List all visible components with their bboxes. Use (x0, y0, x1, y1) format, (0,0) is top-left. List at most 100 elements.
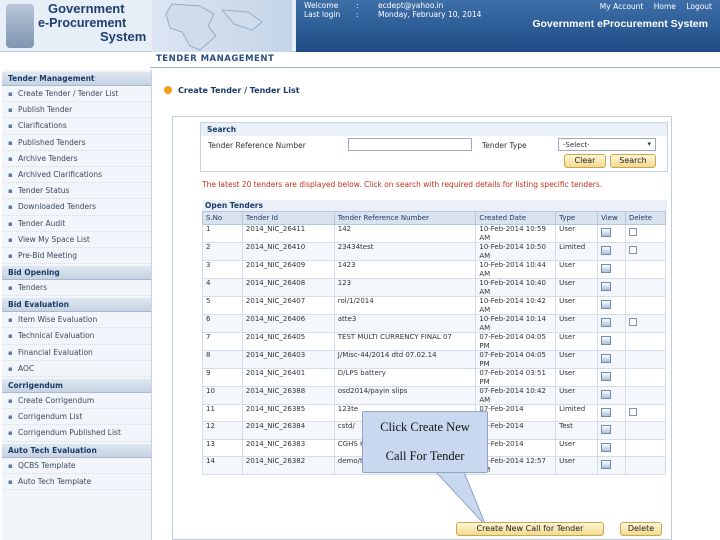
table-row: 6 2014_NIC_26406 atte3 10-Feb-2014 10:14 AM… (202, 314, 666, 333)
sidebar-item-clarifications[interactable]: Clarifications (2, 118, 151, 135)
tender-type-label: Tender Type (482, 141, 527, 150)
view-icon[interactable] (601, 390, 612, 399)
cell-view (597, 368, 627, 387)
view-icon[interactable] (601, 264, 612, 273)
col-created-date: Created Date (475, 211, 557, 225)
search-button[interactable]: Search (610, 154, 656, 168)
view-icon[interactable] (601, 354, 612, 363)
view-icon[interactable] (601, 336, 612, 345)
sidebar-item-pre-bid-meeting[interactable]: Pre-Bid Meeting (2, 248, 151, 265)
user-info-panel: Welcome : ecdept@yahoo.in Last login : M… (296, 0, 720, 52)
logout-link[interactable]: Logout (686, 2, 712, 11)
delete-checkbox[interactable] (629, 408, 638, 416)
bullet-icon (164, 86, 172, 94)
view-icon[interactable] (601, 408, 612, 417)
view-icon[interactable] (601, 372, 612, 381)
cell-tender-id: 2014_NIC_26406 (241, 314, 335, 333)
sidebar-group-auto-tech-evaluation: Auto Tech Evaluation (2, 443, 151, 458)
sidebar-item-corrigendum-published-list[interactable]: Corrigendum Published List (2, 425, 151, 442)
listing-notice: The latest 20 tenders are displayed belo… (202, 180, 603, 189)
view-icon[interactable] (601, 228, 612, 237)
cell-view (597, 421, 627, 440)
view-icon[interactable] (601, 246, 612, 255)
table-row: 8 2014_NIC_26403 J/Misc-44/2014 dtd 07.02.… (202, 350, 666, 369)
table-row: 2 2014_NIC_26410 23434test 10-Feb-2014 10:5… (202, 242, 666, 261)
sidebar-item-financial-evaluation[interactable]: Financial Evaluation (2, 345, 151, 361)
cell-ref-no: 1423 (333, 260, 477, 279)
sidebar-item-published-tenders[interactable]: Published Tenders (2, 135, 151, 151)
sidebar-item-create-corrigendum[interactable]: Create Corrigendum (2, 393, 151, 410)
view-icon[interactable] (601, 442, 612, 452)
cell-view (597, 296, 627, 315)
cell-sno: 11 (202, 403, 243, 423)
logo-line-3: System (100, 29, 147, 44)
india-map-banner (152, 0, 292, 52)
view-icon[interactable] (601, 425, 612, 435)
last-login-value: Monday, February 10, 2014 (378, 10, 482, 19)
cell-view (597, 456, 627, 476)
cell-sno: 14 (202, 456, 243, 476)
open-tenders-title: Open Tenders (203, 200, 667, 211)
national-emblem-icon (6, 4, 34, 48)
delete-button[interactable]: Delete (620, 522, 662, 536)
cell-tender-id: 2014_NIC_26408 (241, 278, 335, 297)
delete-checkbox[interactable] (629, 318, 638, 326)
sidebar-item-my-space-list[interactable]: View My Space List (2, 232, 151, 248)
sidebar-item-tender-audit[interactable]: Tender Audit (2, 216, 151, 232)
sidebar-item-archived-clarifications[interactable]: Archived Clarifications (2, 167, 151, 184)
logo-text: Government e-Procurement System (38, 2, 146, 44)
cell-ref-no: rol/1/2014 (333, 296, 477, 315)
site-logo[interactable]: Government e-Procurement System (2, 2, 152, 50)
sidebar-item-publish-tender[interactable]: Publish Tender (2, 102, 151, 119)
cell-type: User (555, 386, 599, 405)
sidebar-item-qcbs-template[interactable]: QCBS Template (2, 458, 151, 474)
sidebar-item-auto-tech-template[interactable]: Auto Tech Template (2, 474, 151, 490)
sidebar-item-tender-status[interactable]: Tender Status (2, 183, 151, 200)
table-row: 3 2014_NIC_26409 1423 10-Feb-2014 10:44 AM U… (202, 260, 666, 279)
search-panel-title: Search (201, 123, 667, 136)
view-icon[interactable] (601, 282, 612, 291)
sidebar-item-tenders[interactable]: Tenders (2, 280, 151, 297)
view-icon[interactable] (601, 300, 612, 309)
sidebar-group-bid-evaluation: Bid Evaluation (2, 298, 151, 313)
sidebar-item-corrigendum-list[interactable]: Corrigendum List (2, 409, 151, 426)
cell-ref-no: osd2014/payin slips (333, 386, 477, 405)
cell-delete (625, 296, 666, 315)
sidebar-item-item-wise-evaluation[interactable]: Item Wise Evaluation (2, 312, 151, 329)
sidebar-item-downloaded-tenders[interactable]: Downloaded Tenders (2, 199, 151, 216)
table-row: 7 2014_NIC_26405 TEST MULTI CURRENCY FINAL… (202, 332, 666, 351)
cell-delete (625, 421, 666, 440)
cell-type: User (555, 456, 599, 476)
tender-ref-input[interactable] (348, 138, 472, 151)
cell-type: User (555, 350, 599, 369)
clear-button[interactable]: Clear (564, 154, 606, 168)
home-link[interactable]: Home (654, 2, 676, 11)
view-icon[interactable] (601, 460, 612, 470)
last-login-label: Last login (304, 10, 341, 19)
cell-created-date: 07-Feb-2014 03:51 PM (475, 368, 557, 387)
view-icon[interactable] (601, 318, 612, 327)
my-account-link[interactable]: My Account (600, 2, 644, 11)
sidebar-item-create-tender[interactable]: Create Tender / Tender List (2, 86, 151, 103)
cell-tender-id: 2014_NIC_26403 (241, 350, 335, 369)
cell-sno: 9 (202, 368, 243, 387)
create-new-call-for-tender-button[interactable]: Create New Call for Tender (456, 522, 604, 536)
cell-sno: 4 (202, 278, 243, 297)
sidebar-item-aoc[interactable]: AOC (2, 361, 151, 377)
sidebar-item-technical-evaluation[interactable]: Technical Evaluation (2, 328, 151, 345)
cell-delete (625, 332, 666, 351)
cell-ref-no: J/Misc-44/2014 dtd 07.02.14 (333, 350, 477, 369)
cell-created-date: 07-Feb-2014 04:05 PM (475, 332, 557, 351)
callout-line-1: Click Create New (380, 420, 470, 434)
sidebar-item-archive-tenders[interactable]: Archive Tenders (2, 151, 151, 167)
cell-tender-id: 2014_NIC_26410 (241, 242, 335, 261)
tender-type-select[interactable]: -Select- ▾ (558, 138, 656, 151)
cell-delete (625, 242, 666, 261)
cell-sno: 13 (202, 438, 243, 458)
callout-line-2: Call For Tender (385, 449, 465, 463)
cell-view (597, 260, 627, 279)
delete-checkbox[interactable] (629, 246, 638, 254)
cell-type: User (555, 332, 599, 351)
cell-created-date: 07-Feb-2014 04:05 PM (475, 350, 557, 369)
delete-checkbox[interactable] (629, 228, 638, 236)
